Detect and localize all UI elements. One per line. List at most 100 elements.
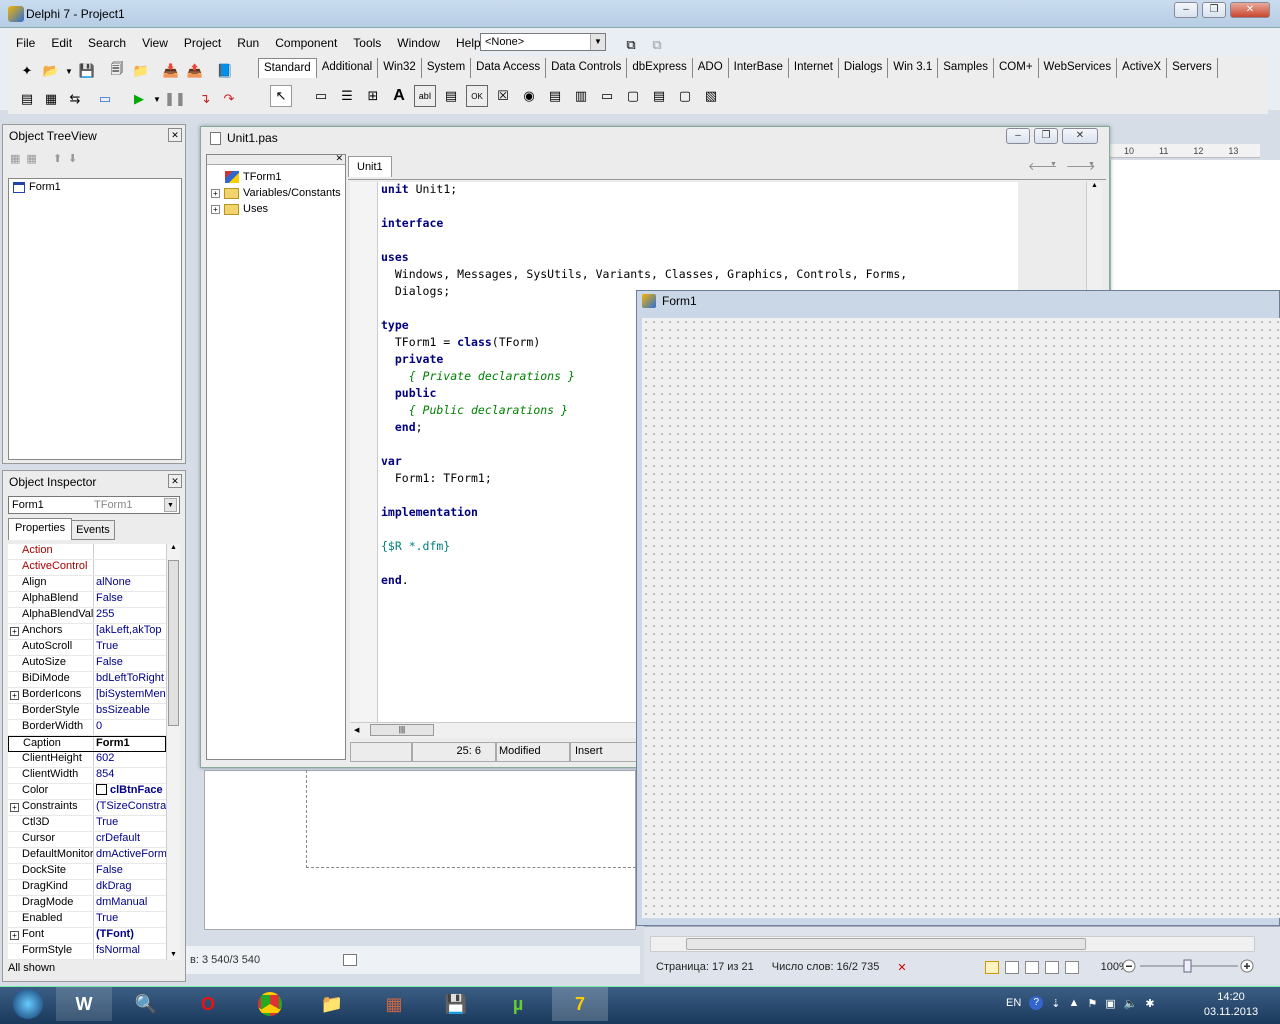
scroll-up-icon[interactable]: ▲ <box>167 544 180 551</box>
property-row[interactable]: Cursor crDefault <box>8 832 166 848</box>
menu-item-window[interactable]: Window <box>389 36 448 50</box>
scroll-thumb[interactable]: ||| <box>370 724 434 736</box>
palette-tab-webservices[interactable]: WebServices <box>1039 58 1118 78</box>
flag-icon[interactable]: ⚑ <box>1087 997 1097 1010</box>
expand-icon[interactable]: + <box>10 627 19 636</box>
memo-icon[interactable]: ▤ <box>440 85 462 107</box>
scroll-left-icon[interactable]: ◀ <box>350 727 359 734</box>
bluetooth-icon[interactable]: ✱ <box>1145 997 1154 1010</box>
property-value[interactable]: True <box>94 816 166 831</box>
palette-tab-dialogs[interactable]: Dialogs <box>839 58 889 78</box>
debug-desktop-icon[interactable]: ⧉ <box>646 34 668 56</box>
palette-tab-servers[interactable]: Servers <box>1167 58 1218 78</box>
new-item-icon[interactable]: ▦ <box>10 152 20 165</box>
property-row[interactable]: Align alNone <box>8 576 166 592</box>
help-icon[interactable]: ? <box>1029 996 1044 1010</box>
property-row[interactable]: ActiveControl <box>8 560 166 576</box>
checkbox-icon[interactable]: ☒ <box>492 85 514 107</box>
property-row[interactable]: + Anchors [akLeft,akTop <box>8 624 166 640</box>
property-value[interactable]: Form1 <box>94 737 165 751</box>
tab-events[interactable]: Events <box>72 520 115 540</box>
form1-title-bar[interactable]: Form1 <box>642 294 697 308</box>
property-value[interactable]: crDefault <box>94 832 166 847</box>
groupbox-icon[interactable]: ▢ <box>622 85 644 107</box>
pointer-icon[interactable]: ↖ <box>270 85 292 107</box>
reading-layout-icon[interactable] <box>1004 960 1019 974</box>
editor-horizontal-scrollbar[interactable]: ◀ ||| <box>350 722 640 738</box>
zoom-slider[interactable] <box>1122 958 1257 974</box>
property-row[interactable]: ClientWidth 854 <box>8 768 166 784</box>
property-row[interactable]: AlphaBlend False <box>8 592 166 608</box>
floppy-icon[interactable]: 💾 <box>428 987 484 1021</box>
palette-tab-data-access[interactable]: Data Access <box>471 58 547 78</box>
property-row[interactable]: FormStyle fsNormal <box>8 944 166 960</box>
save-desktop-icon[interactable]: ⧉ <box>620 34 642 56</box>
move-up-icon[interactable]: ⬆ <box>53 152 62 165</box>
property-value[interactable]: 854 <box>94 768 166 783</box>
network-icon[interactable]: ▣ <box>1105 997 1115 1010</box>
clock[interactable]: 14:20 03.11.2013 <box>1196 990 1266 1020</box>
palette-tab-dbexpress[interactable]: dbExpress <box>627 58 693 78</box>
help-contents-icon[interactable]: 📘 <box>214 60 236 82</box>
form1-design-surface[interactable] <box>642 318 1280 918</box>
word-icon[interactable]: W <box>56 987 112 1021</box>
draft-icon[interactable] <box>1064 960 1079 974</box>
palette-tab-com-[interactable]: COM+ <box>994 58 1039 78</box>
tab-unit1[interactable]: Unit1 <box>348 156 392 177</box>
property-value[interactable]: [akLeft,akTop <box>94 624 166 639</box>
property-value[interactable]: False <box>94 592 166 607</box>
property-row[interactable]: BorderWidth 0 <box>8 720 166 736</box>
label-icon[interactable]: A <box>388 85 410 107</box>
property-row[interactable]: DefaultMonitor dmActiveForm <box>8 848 166 864</box>
dropdown-arrow-icon[interactable]: ▼ <box>64 60 74 82</box>
chevron-down-icon[interactable]: ▼ <box>590 34 605 50</box>
explorer-item[interactable]: TForm1 <box>207 169 345 185</box>
web-layout-icon[interactable] <box>1024 960 1039 974</box>
object-selector[interactable]: Form1 TForm1 ▼ <box>8 496 180 514</box>
property-value[interactable]: (TFont) <box>94 928 166 943</box>
close-icon[interactable]: ✕ <box>168 128 182 142</box>
palette-tab-ado[interactable]: ADO <box>693 58 729 78</box>
property-value[interactable]: clBtnFace <box>94 784 166 799</box>
property-value[interactable]: 255 <box>94 608 166 623</box>
expand-icon[interactable]: + <box>211 204 220 214</box>
property-value[interactable]: [biSystemMen <box>94 688 166 703</box>
show-hidden-icons-icon[interactable]: ▲ <box>1069 997 1080 1009</box>
run-icon[interactable]: ▶ <box>128 88 150 110</box>
menu-item-edit[interactable]: Edit <box>43 36 80 50</box>
tree-item-form1[interactable]: Form1 <box>9 179 181 195</box>
chrome-icon[interactable] <box>242 987 298 1021</box>
step-over-icon[interactable]: ↷ <box>218 88 240 110</box>
outline-icon[interactable] <box>1044 960 1059 974</box>
radio-button-icon[interactable]: ◉ <box>518 85 540 107</box>
pause-icon[interactable]: ❚❚ <box>164 88 186 110</box>
ime-icon[interactable]: ⇣ <box>1051 997 1060 1010</box>
palette-tab-win-3-1[interactable]: Win 3.1 <box>888 58 939 78</box>
property-value[interactable]: bsSizeable <box>94 704 166 719</box>
explorer-item[interactable]: + Variables/Constants <box>207 185 345 201</box>
doc-icon[interactable] <box>343 954 358 967</box>
minimize-button[interactable]: – <box>1174 2 1198 18</box>
property-value[interactable]: True <box>94 640 166 655</box>
word-page-count[interactable]: Страница: 17 из 21 <box>656 961 754 973</box>
palette-tab-win32[interactable]: Win32 <box>378 58 422 78</box>
chevron-down-icon[interactable]: ▼ <box>1088 161 1095 168</box>
property-value[interactable]: True <box>94 912 166 927</box>
scroll-thumb[interactable] <box>168 560 179 726</box>
expand-icon[interactable]: + <box>10 691 19 700</box>
inspector-scrollbar[interactable]: ▲ ▼ <box>166 544 180 960</box>
action-list-icon[interactable]: ▧ <box>700 85 722 107</box>
restore-button[interactable]: ❐ <box>1034 128 1058 144</box>
property-row[interactable]: DragKind dkDrag <box>8 880 166 896</box>
menu-item-search[interactable]: Search <box>80 36 134 50</box>
property-value[interactable]: (TSizeConstra <box>94 800 166 815</box>
open-icon[interactable]: 📂 <box>40 60 62 82</box>
property-value[interactable]: dmManual <box>94 896 166 911</box>
new-icon[interactable]: ✦ <box>16 60 38 82</box>
chevron-down-icon[interactable]: ▼ <box>164 498 177 512</box>
property-value[interactable]: dmActiveForm <box>94 848 166 863</box>
view-form-icon[interactable]: ▦ <box>40 88 62 110</box>
save-all-icon[interactable]: 🗐 <box>106 60 128 82</box>
property-row[interactable]: Enabled True <box>8 912 166 928</box>
language-indicator[interactable]: EN <box>1006 997 1021 1009</box>
